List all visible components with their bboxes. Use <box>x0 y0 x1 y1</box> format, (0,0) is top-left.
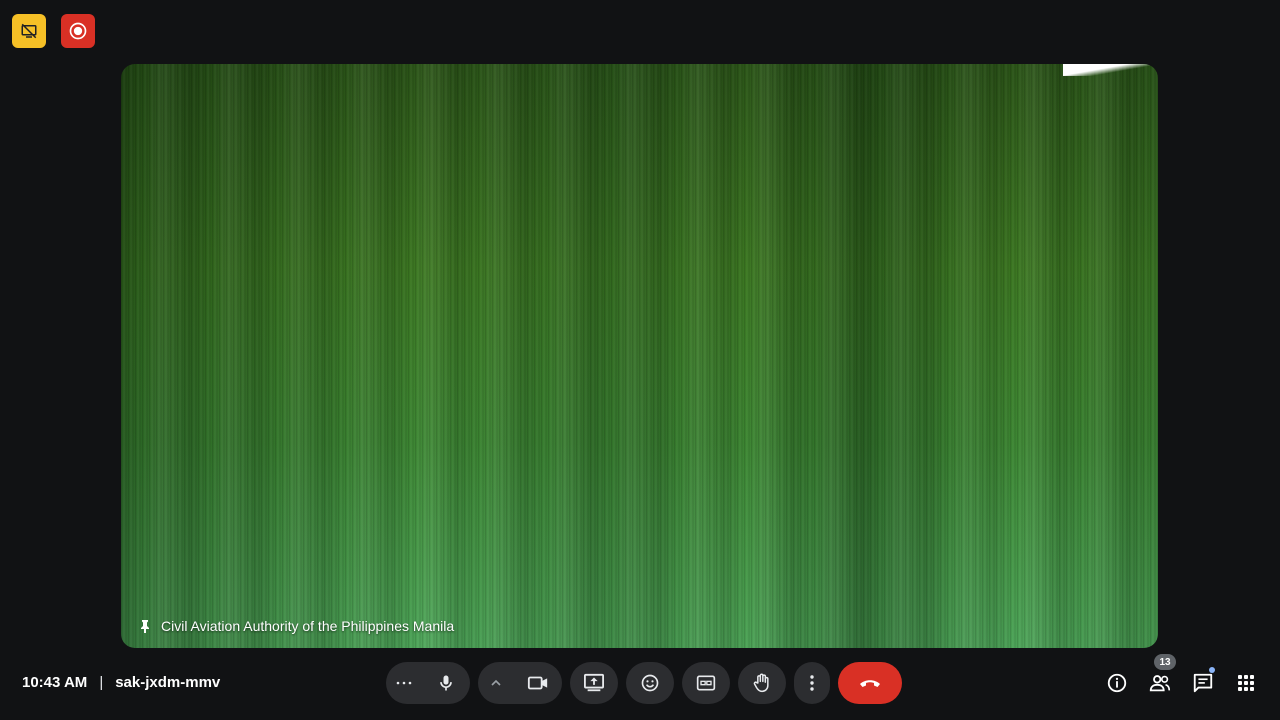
emoji-icon <box>640 673 660 693</box>
recording-badge <box>61 14 95 48</box>
raise-hand-button[interactable] <box>738 662 786 704</box>
no-presentation-icon <box>20 22 38 40</box>
activities-button[interactable] <box>1226 662 1266 704</box>
info-icon <box>1106 672 1128 694</box>
more-audio-options-button[interactable] <box>386 662 422 704</box>
hang-up-icon <box>858 677 882 689</box>
meeting-info-divider: | <box>99 674 104 691</box>
ellipsis-icon <box>395 680 413 686</box>
call-controls <box>386 662 902 704</box>
reactions-button[interactable] <box>626 662 674 704</box>
record-icon <box>68 21 88 41</box>
microphone-button[interactable] <box>422 662 470 704</box>
mic-icon <box>436 673 456 693</box>
meeting-code: sak-jxdm-mmv <box>115 674 221 691</box>
cc-icon <box>696 674 716 692</box>
video-glare <box>1063 64 1158 76</box>
meeting-time: 10:43 AM <box>22 674 88 691</box>
chat-button[interactable] <box>1183 662 1223 704</box>
side-panel-controls: 13 <box>1097 654 1266 704</box>
hand-icon <box>752 672 772 694</box>
present-icon <box>583 673 605 693</box>
meeting-details-button[interactable] <box>1097 662 1137 704</box>
present-screen-button[interactable] <box>570 662 618 704</box>
meeting-info: 10:43 AM | sak-jxdm-mmv <box>22 674 220 691</box>
people-button[interactable]: 13 <box>1140 654 1180 704</box>
camera-options-button[interactable] <box>478 662 514 704</box>
video-tile[interactable]: Civil Aviation Authority of the Philippi… <box>121 64 1158 648</box>
captions-button[interactable] <box>682 662 730 704</box>
audio-control-group <box>386 662 470 704</box>
participant-count-badge: 13 <box>1154 654 1176 670</box>
pin-icon[interactable] <box>139 619 151 633</box>
participant-label: Civil Aviation Authority of the Philippi… <box>139 618 454 634</box>
presentation-off-badge <box>12 14 46 48</box>
chevron-up-icon <box>490 679 502 687</box>
people-icon <box>1148 673 1172 693</box>
camera-control-group <box>478 662 562 704</box>
video-camera-icon <box>527 674 549 692</box>
grid-icon <box>1237 674 1255 692</box>
vertical-dots-icon <box>809 674 815 692</box>
more-options-button[interactable] <box>794 662 830 704</box>
unread-indicator <box>1209 667 1215 673</box>
chat-icon <box>1192 672 1214 694</box>
participant-name: Civil Aviation Authority of the Philippi… <box>161 618 455 634</box>
leave-call-button[interactable] <box>838 662 902 704</box>
camera-button[interactable] <box>514 662 562 704</box>
